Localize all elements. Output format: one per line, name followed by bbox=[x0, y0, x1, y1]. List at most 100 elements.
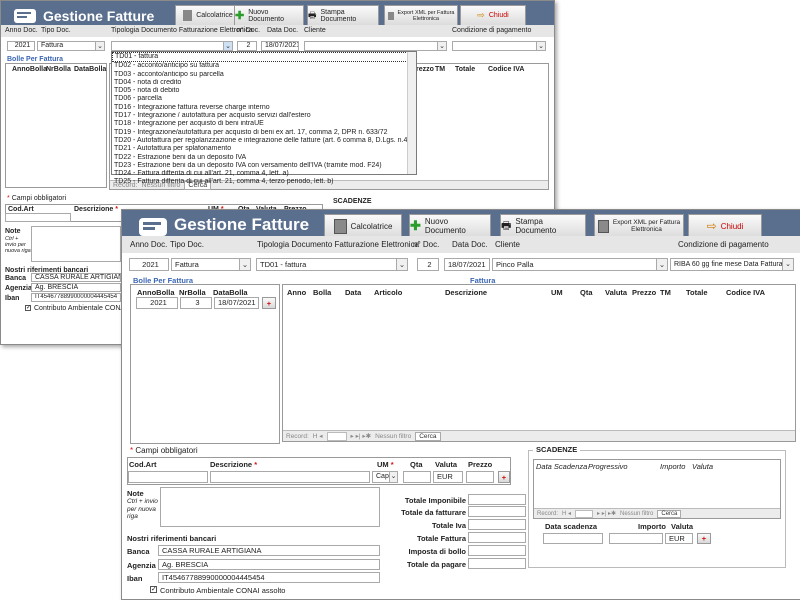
fatt-col-data: Data bbox=[345, 288, 362, 297]
back-export-button[interactable]: Export XML per Fattura Elettronica bbox=[384, 5, 458, 26]
back-close-button[interactable]: ⇨ Chiudi bbox=[460, 5, 526, 26]
nav-nofilter[interactable]: Nessun filtro bbox=[375, 433, 411, 440]
bolle-add-button[interactable]: + bbox=[262, 297, 276, 309]
back-banca-field[interactable]: CASSA RURALE ARTIGIANA bbox=[31, 273, 121, 282]
dropdown-arrow-icon[interactable]: ⌄ bbox=[656, 259, 667, 270]
dropdown-arrow-icon[interactable]: ⌄ bbox=[389, 472, 397, 482]
dropdown-arrow-icon[interactable]: ⌄ bbox=[223, 42, 232, 50]
dropdown-option[interactable]: TD16 - Integrazione fattura reverse char… bbox=[112, 104, 408, 112]
back-print-button[interactable]: 🖶 Stampa Documento bbox=[307, 5, 379, 26]
back-cliente-select[interactable]: ⌄ bbox=[304, 41, 447, 51]
dropdown-option[interactable]: TD24 - Fattura differita di cui all'art.… bbox=[112, 170, 408, 178]
totale-iva-field[interactable] bbox=[468, 519, 526, 530]
tipo-doc-select[interactable]: Fattura ⌄ bbox=[171, 258, 251, 271]
lbl-tipo: Tipo Doc. bbox=[170, 240, 204, 249]
back-desc: Descrizione * bbox=[74, 206, 118, 213]
dropdown-arrow-icon[interactable]: ⌄ bbox=[437, 42, 446, 50]
dropdown-option[interactable]: TD03 - acconto/anticipo su parcella bbox=[112, 71, 408, 79]
tipologia-select[interactable]: TD01 - fattura ⌄ bbox=[256, 258, 408, 271]
bolle-col-data: DataBolla bbox=[74, 66, 107, 73]
totale-da-fatturare-field[interactable] bbox=[468, 506, 526, 517]
valuta-field[interactable]: EUR bbox=[433, 471, 463, 483]
scad-col-progressivo: Progressivo bbox=[588, 462, 628, 471]
codart-field[interactable] bbox=[128, 471, 208, 483]
n-doc-field[interactable]: 2 bbox=[417, 258, 439, 271]
dropdown-arrow-icon[interactable]: ⌄ bbox=[536, 42, 545, 50]
cliente-select[interactable]: Pinco Palla ⌄ bbox=[492, 258, 668, 271]
totale-imponibile-field[interactable] bbox=[468, 494, 526, 505]
anno-doc-field[interactable]: 2021 bbox=[129, 258, 169, 271]
scad-nav-btns2[interactable]: ▸ ▸| ▸✱ bbox=[597, 510, 616, 517]
dropdown-option[interactable]: TD04 - nota di credito bbox=[112, 79, 408, 87]
scadenze-add-button[interactable]: + bbox=[697, 533, 711, 544]
nav-search[interactable]: Cerca bbox=[415, 431, 441, 441]
condizione-select[interactable]: RIBA 60 gg fine mese Data Fattura ⌄ bbox=[670, 258, 794, 271]
bolle-anno-cell[interactable]: 2021 bbox=[136, 297, 178, 309]
dropdown-option[interactable]: TD25 - Fattura differita di cui all'art.… bbox=[112, 178, 408, 186]
new-document-button[interactable]: ✚ Nuovo Documento bbox=[409, 214, 491, 238]
nav-position-field[interactable] bbox=[326, 431, 347, 441]
back-condizione-select[interactable]: ⌄ bbox=[452, 41, 546, 51]
prezzo-field[interactable] bbox=[466, 471, 494, 483]
back-conai-checkbox[interactable]: ✓ bbox=[25, 305, 31, 311]
back-tipologia-select[interactable]: ⌄ bbox=[111, 41, 233, 51]
scad-nav-search[interactable]: Cerca bbox=[657, 509, 682, 518]
calculator-button[interactable]: Calcolatrice bbox=[324, 214, 402, 238]
dropdown-option[interactable]: TD05 - nota di debito bbox=[112, 87, 408, 95]
agenzia-field[interactable]: Ag. BRESCIA bbox=[158, 559, 380, 570]
totale-da-pagare-field[interactable] bbox=[468, 558, 526, 569]
dropdown-option[interactable]: TD23 - Estrazione beni da un deposito IV… bbox=[112, 162, 408, 170]
data-doc-field[interactable]: 18/07/2021 bbox=[444, 258, 490, 271]
dropdown-option[interactable]: TD02 - acconto/anticipo su fattura bbox=[112, 62, 408, 70]
dropdown-option[interactable]: TD18 - Integrazione per acquisto di beni… bbox=[112, 120, 408, 128]
scad-nav-position[interactable] bbox=[575, 509, 594, 518]
descrizione-field[interactable] bbox=[210, 471, 370, 483]
dropdown-option[interactable]: TD22 - Estrazione beni da un deposito IV… bbox=[112, 154, 408, 162]
close-button[interactable]: ⇨ Chiudi bbox=[688, 214, 762, 238]
back-anno-field[interactable]: 2021 bbox=[7, 41, 35, 51]
back-tipo-select[interactable]: Fattura ⌄ bbox=[37, 41, 105, 51]
qta-field[interactable] bbox=[403, 471, 431, 483]
back-agenzia-field[interactable]: Ag. BRESCIA bbox=[31, 283, 121, 292]
dropdown-arrow-icon[interactable]: ⌄ bbox=[782, 259, 793, 270]
articolo-add-button[interactable]: + bbox=[498, 471, 510, 483]
back-codart-field[interactable] bbox=[5, 213, 71, 222]
dropdown-arrow-icon[interactable]: ⌄ bbox=[396, 259, 407, 270]
dropdown-option[interactable]: TD01 - fattura bbox=[112, 52, 408, 63]
back-data-field[interactable]: 18/07/2021 bbox=[261, 41, 299, 51]
tipologia-dropdown-list[interactable]: TD01 - fattura TD02 - acconto/anticipo su… bbox=[111, 51, 417, 185]
export-xml-button[interactable]: Export XML per Fattura Elettronica bbox=[594, 214, 684, 238]
note-field[interactable] bbox=[160, 487, 380, 527]
nav-first-prev[interactable]: H ◂ bbox=[313, 432, 323, 440]
dropdown-scrollbar[interactable] bbox=[407, 52, 416, 174]
scad-valuta-field[interactable]: EUR bbox=[665, 533, 693, 544]
data-scadenza-field[interactable] bbox=[543, 533, 603, 544]
back-calc-button[interactable]: Calcolatrice bbox=[175, 5, 241, 26]
iban-field[interactable]: IT45467788990000004445454 bbox=[158, 572, 380, 583]
print-document-button[interactable]: 🖶 Stampa Documento bbox=[500, 214, 586, 238]
scad-nav-btns[interactable]: H ◂ bbox=[562, 510, 571, 517]
dropdown-option[interactable]: TD19 - Integrazione/autofattura per acqu… bbox=[112, 129, 408, 137]
bolle-nr-cell[interactable]: 3 bbox=[180, 297, 212, 309]
totale-fattura-field[interactable] bbox=[468, 532, 526, 543]
back-note-field[interactable] bbox=[31, 226, 121, 262]
banca-field[interactable]: CASSA RURALE ARTIGIANA bbox=[158, 545, 380, 556]
imposta-bollo-field[interactable] bbox=[468, 545, 526, 556]
um-select[interactable]: Capi ⌄ bbox=[372, 471, 398, 483]
dropdown-option[interactable]: TD20 - Autofattura per regolarizzazione … bbox=[112, 137, 408, 145]
back-ndoc-field[interactable]: 2 bbox=[237, 41, 257, 51]
nav-next-last[interactable]: ▸ ▸| ▸✱ bbox=[351, 432, 372, 440]
dropdown-option[interactable]: TD17 - Integrazione / autofattura per ac… bbox=[112, 112, 408, 120]
back-iban-field[interactable]: IT45467788990000004445454 bbox=[31, 293, 121, 302]
dropdown-option[interactable]: TD21 - Autofattura per splafonamento bbox=[112, 145, 408, 153]
dropdown-arrow-icon[interactable]: ⌄ bbox=[239, 259, 250, 270]
lbl-ndoc: n° Doc. bbox=[413, 240, 440, 249]
conai-checkbox[interactable]: ✓ bbox=[150, 586, 157, 593]
dropdown-option[interactable]: TD06 - parcella bbox=[112, 95, 408, 103]
bolle-data-cell[interactable]: 18/07/2021 bbox=[214, 297, 259, 309]
scad-importo-field[interactable] bbox=[609, 533, 663, 544]
scad-nav-nofilter[interactable]: Nessun filtro bbox=[620, 511, 653, 517]
back-new-doc-button[interactable]: ✚ Nuovo Documento bbox=[234, 5, 304, 26]
dropdown-arrow-icon[interactable]: ⌄ bbox=[95, 42, 104, 50]
export-line1: Export XML per Fattura bbox=[612, 219, 681, 226]
